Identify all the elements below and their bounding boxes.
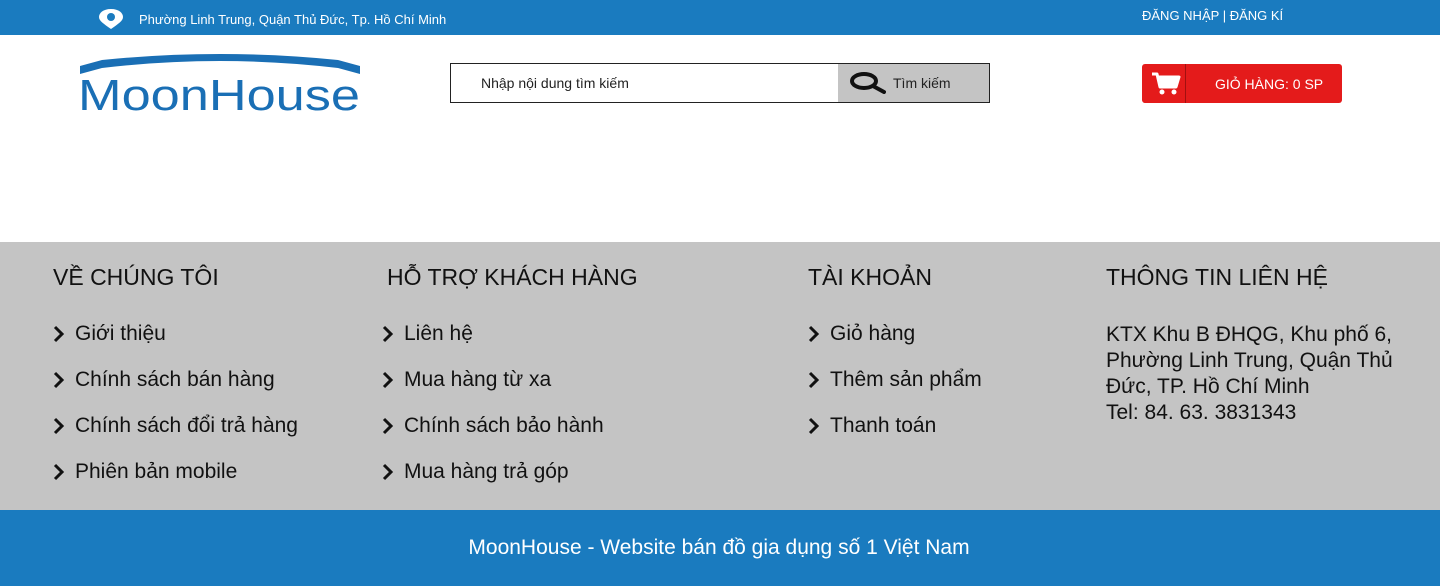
- search-input[interactable]: [451, 64, 838, 102]
- header: MoonHouse Tìm kiếm GIỎ HÀNG: 0 SP: [0, 35, 1440, 242]
- contact-info: KTX Khu B ĐHQG, Khu phố 6, Phường Linh T…: [1106, 322, 1416, 426]
- chevron-right-icon: [53, 463, 65, 481]
- location-pin-icon: [99, 9, 123, 29]
- auth-separator: |: [1222, 8, 1227, 23]
- footer-link-label: Chính sách bán hàng: [75, 368, 275, 391]
- footer-link-label: Chính sách bảo hành: [404, 414, 604, 437]
- chevron-right-icon: [382, 417, 394, 435]
- footer-link-label: Liên hệ: [404, 322, 473, 345]
- footer-link-label: Giỏ hàng: [830, 322, 916, 345]
- footer-account-title: TÀI KHOẢN: [808, 264, 932, 290]
- register-link[interactable]: ĐĂNG KÍ: [1230, 8, 1283, 23]
- footer: VỀ CHÚNG TÔI Giới thiệu Chính sách bán h…: [0, 242, 1440, 510]
- contact-address: KTX Khu B ĐHQG, Khu phố 6, Phường Linh T…: [1106, 323, 1393, 398]
- contact-phone: Tel: 84. 63. 3831343: [1106, 401, 1297, 424]
- auth-links: ĐĂNG NHẬP | ĐĂNG KÍ: [1142, 8, 1283, 23]
- cart-icon: [1152, 72, 1181, 95]
- chevron-right-icon: [382, 325, 394, 343]
- footer-link-label: Chính sách đổi trả hàng: [75, 414, 298, 437]
- footer-link-label: Thanh toán: [830, 414, 937, 437]
- cart-button[interactable]: GIỎ HÀNG: 0 SP: [1142, 64, 1342, 103]
- footer-link-label: Mua hàng trả góp: [404, 460, 569, 483]
- footer-link-label: Thêm sản phẩm: [830, 368, 982, 391]
- chevron-right-icon: [382, 371, 394, 389]
- search-bar: Tìm kiếm: [450, 63, 990, 103]
- footer-link-label: Phiên bản mobile: [75, 460, 238, 483]
- top-bar: Phường Linh Trung, Quận Thủ Đức, Tp. Hồ …: [0, 0, 1440, 35]
- login-link[interactable]: ĐĂNG NHẬP: [1142, 8, 1219, 23]
- footer-contact-title: THÔNG TIN LIÊN HỆ: [1106, 264, 1328, 290]
- chevron-right-icon: [382, 463, 394, 481]
- cart-icon-box: [1142, 64, 1186, 103]
- cart-label: GIỎ HÀNG: 0 SP: [1215, 76, 1324, 92]
- search-button[interactable]: Tìm kiếm: [838, 64, 989, 102]
- svg-text:MoonHouse: MoonHouse: [78, 71, 360, 114]
- search-button-label: Tìm kiếm: [893, 75, 951, 91]
- chevron-right-icon: [53, 417, 65, 435]
- footer-about-title: VỀ CHÚNG TÔI: [53, 264, 219, 290]
- footer-link-label: Mua hàng từ xa: [404, 368, 552, 391]
- footer-link-label: Giới thiệu: [75, 322, 166, 345]
- search-icon: [850, 72, 886, 94]
- chevron-right-icon: [53, 371, 65, 389]
- chevron-right-icon: [808, 371, 820, 389]
- store-address: Phường Linh Trung, Quận Thủ Đức, Tp. Hồ …: [139, 12, 447, 27]
- chevron-right-icon: [53, 325, 65, 343]
- moonhouse-logo[interactable]: MoonHouse: [78, 52, 362, 114]
- chevron-right-icon: [808, 325, 820, 343]
- copyright-text: MoonHouse - Website bán đồ gia dụng số 1…: [468, 536, 970, 559]
- bottom-bar: MoonHouse - Website bán đồ gia dụng số 1…: [0, 510, 1440, 586]
- chevron-right-icon: [808, 417, 820, 435]
- footer-support-title: HỖ TRỢ KHÁCH HÀNG: [387, 264, 638, 290]
